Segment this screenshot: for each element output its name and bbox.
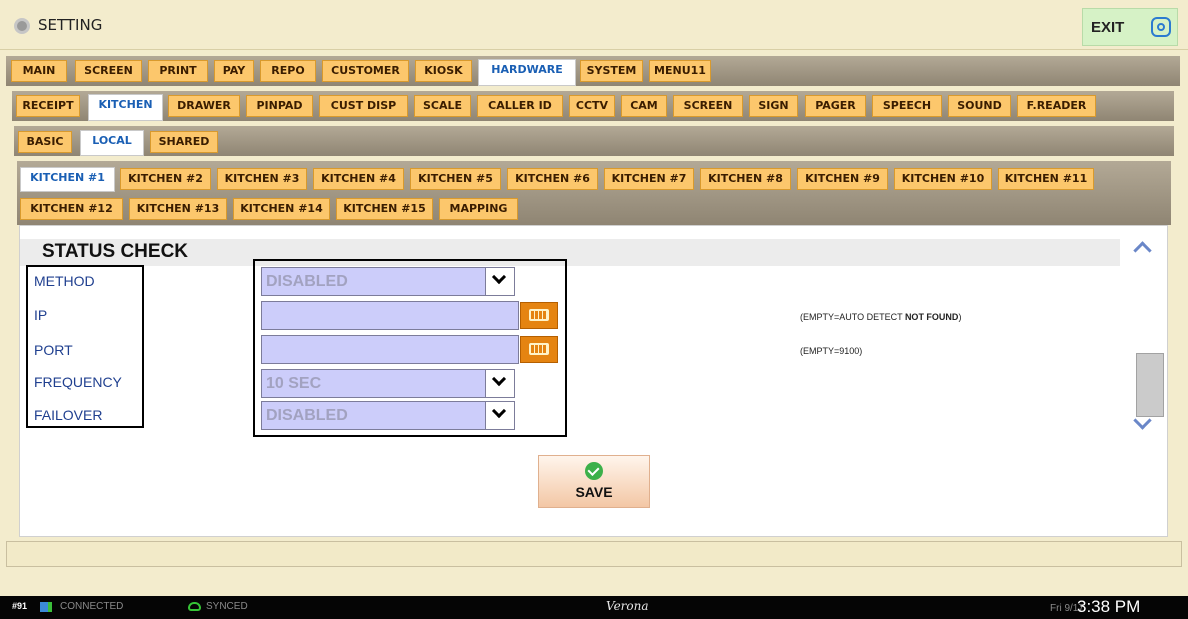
scrollbar-thumb[interactable] xyxy=(1136,353,1164,417)
tab-local[interactable]: LOCAL xyxy=(80,130,144,156)
keyboard-icon[interactable] xyxy=(520,336,558,363)
exit-label: EXIT xyxy=(1091,19,1125,36)
tab-kitchen-11[interactable]: KITCHEN #11 xyxy=(998,168,1094,190)
kitchen-tab-bar: BASIC LOCAL SHARED xyxy=(14,126,1174,156)
tab-kitchen-2[interactable]: KITCHEN #2 xyxy=(120,168,211,190)
tab-scale[interactable]: SCALE xyxy=(414,95,471,117)
check-circle-icon xyxy=(585,462,603,480)
hardware-tab-bar: RECEIPT KITCHEN DRAWER PINPAD CUST DISP … xyxy=(12,91,1174,121)
tab-sound[interactable]: SOUND xyxy=(948,95,1011,117)
tab-repo[interactable]: REPO xyxy=(260,60,316,82)
frequency-select[interactable]: 10 SEC xyxy=(261,369,515,398)
status-time: 3:38 PM xyxy=(1077,597,1141,616)
exit-button[interactable]: EXIT xyxy=(1082,8,1178,46)
ip-input[interactable] xyxy=(261,301,519,330)
port-hint: (EMPTY=9100) xyxy=(800,346,863,356)
tab-f-reader[interactable]: F.READER xyxy=(1017,95,1096,117)
tab-speech[interactable]: SPEECH xyxy=(872,95,942,117)
tab-hardware[interactable]: HARDWARE xyxy=(478,59,576,86)
tab-menu11[interactable]: MENU11 xyxy=(649,60,711,82)
port-input[interactable] xyxy=(261,335,519,364)
method-label: METHOD xyxy=(34,273,95,289)
status-bar: #91 CONNECTED SYNCED Verona Fri 9/17 3:3… xyxy=(0,596,1188,619)
tab-kitchen-4[interactable]: KITCHEN #4 xyxy=(313,168,404,190)
network-icon xyxy=(40,602,52,612)
method-select[interactable]: DISABLED xyxy=(261,267,515,296)
method-value: DISABLED xyxy=(266,273,348,290)
footer-panel xyxy=(6,541,1182,567)
tab-print[interactable]: PRINT xyxy=(148,60,208,82)
tab-receipt[interactable]: RECEIPT xyxy=(16,95,80,117)
tab-cam[interactable]: CAM xyxy=(621,95,667,117)
printer-tab-bar: KITCHEN #1 KITCHEN #2 KITCHEN #3 KITCHEN… xyxy=(17,161,1171,225)
tab-kitchen-15[interactable]: KITCHEN #15 xyxy=(336,198,433,220)
tab-kitchen-1[interactable]: KITCHEN #1 xyxy=(20,167,115,192)
title-bar: SETTING EXIT xyxy=(0,0,1188,50)
tab-shared[interactable]: SHARED xyxy=(150,131,218,153)
tab-kitchen-14[interactable]: KITCHEN #14 xyxy=(233,198,330,220)
save-button[interactable]: SAVE xyxy=(538,455,650,508)
tab-basic[interactable]: BASIC xyxy=(18,131,72,153)
gear-icon xyxy=(14,18,30,34)
frequency-dropdown-button[interactable] xyxy=(485,370,514,397)
failover-dropdown-button[interactable] xyxy=(485,402,514,429)
tab-system[interactable]: SYSTEM xyxy=(580,60,643,82)
ip-hint: (EMPTY=AUTO DETECT NOT FOUND) xyxy=(800,312,962,322)
frequency-label: FREQUENCY xyxy=(34,374,122,390)
scroll-down-icon[interactable] xyxy=(1134,414,1150,430)
failover-select[interactable]: DISABLED xyxy=(261,401,515,430)
frequency-value: 10 SEC xyxy=(266,375,322,392)
tab-kitchen-6[interactable]: KITCHEN #6 xyxy=(507,168,598,190)
tab-drawer[interactable]: DRAWER xyxy=(168,95,240,117)
save-label: SAVE xyxy=(575,484,613,500)
sync-status: SYNCED xyxy=(206,601,248,612)
tab-kiosk[interactable]: KIOSK xyxy=(415,60,472,82)
chevron-down-icon xyxy=(491,403,507,419)
settings-panel: STATUS CHECK METHOD IP PORT FREQUENCY FA… xyxy=(19,225,1168,537)
connection-status: CONNECTED xyxy=(60,601,124,612)
tab-customer[interactable]: CUSTOMER xyxy=(322,60,409,82)
tab-sign[interactable]: SIGN xyxy=(749,95,798,117)
tab-main[interactable]: MAIN xyxy=(11,60,67,82)
tab-caller-id[interactable]: CALLER ID xyxy=(477,95,563,117)
tab-cctv[interactable]: CCTV xyxy=(569,95,615,117)
tab-kitchen-13[interactable]: KITCHEN #13 xyxy=(129,198,227,220)
tab-screen[interactable]: SCREEN xyxy=(75,60,142,82)
method-dropdown-button[interactable] xyxy=(485,268,514,295)
keyboard-icon[interactable] xyxy=(520,302,558,329)
main-tab-bar: MAIN SCREEN PRINT PAY REPO CUSTOMER KIOS… xyxy=(6,56,1180,86)
ip-label: IP xyxy=(34,307,48,323)
tab-screen-hw[interactable]: SCREEN xyxy=(673,95,743,117)
tab-pinpad[interactable]: PINPAD xyxy=(246,95,313,117)
screenshot-icon xyxy=(1151,17,1171,37)
tab-kitchen-9[interactable]: KITCHEN #9 xyxy=(797,168,888,190)
tab-pager[interactable]: PAGER xyxy=(805,95,866,117)
tab-cust-disp[interactable]: CUST DISP xyxy=(319,95,408,117)
failover-label: FAILOVER xyxy=(34,407,103,423)
field-inputs: DISABLED 10 SEC DISABLED xyxy=(253,259,567,437)
chevron-down-icon xyxy=(491,269,507,285)
window-title: SETTING xyxy=(38,16,103,34)
tab-kitchen-3[interactable]: KITCHEN #3 xyxy=(217,168,307,190)
section-title: STATUS CHECK xyxy=(42,241,189,262)
brand-name: Verona xyxy=(606,599,649,613)
tab-kitchen-7[interactable]: KITCHEN #7 xyxy=(604,168,694,190)
tab-mapping[interactable]: MAPPING xyxy=(439,198,518,220)
port-label: PORT xyxy=(34,342,73,358)
chevron-down-icon xyxy=(491,371,507,387)
tab-kitchen-8[interactable]: KITCHEN #8 xyxy=(700,168,791,190)
scroll-up-icon[interactable] xyxy=(1134,238,1150,254)
station-number: #91 xyxy=(12,601,28,611)
cloud-icon xyxy=(188,602,201,611)
tab-kitchen[interactable]: KITCHEN xyxy=(88,94,163,121)
tab-kitchen-5[interactable]: KITCHEN #5 xyxy=(410,168,501,190)
tab-kitchen-12[interactable]: KITCHEN #12 xyxy=(20,198,123,220)
tab-pay[interactable]: PAY xyxy=(214,60,254,82)
failover-value: DISABLED xyxy=(266,407,348,424)
tab-kitchen-10[interactable]: KITCHEN #10 xyxy=(894,168,992,190)
